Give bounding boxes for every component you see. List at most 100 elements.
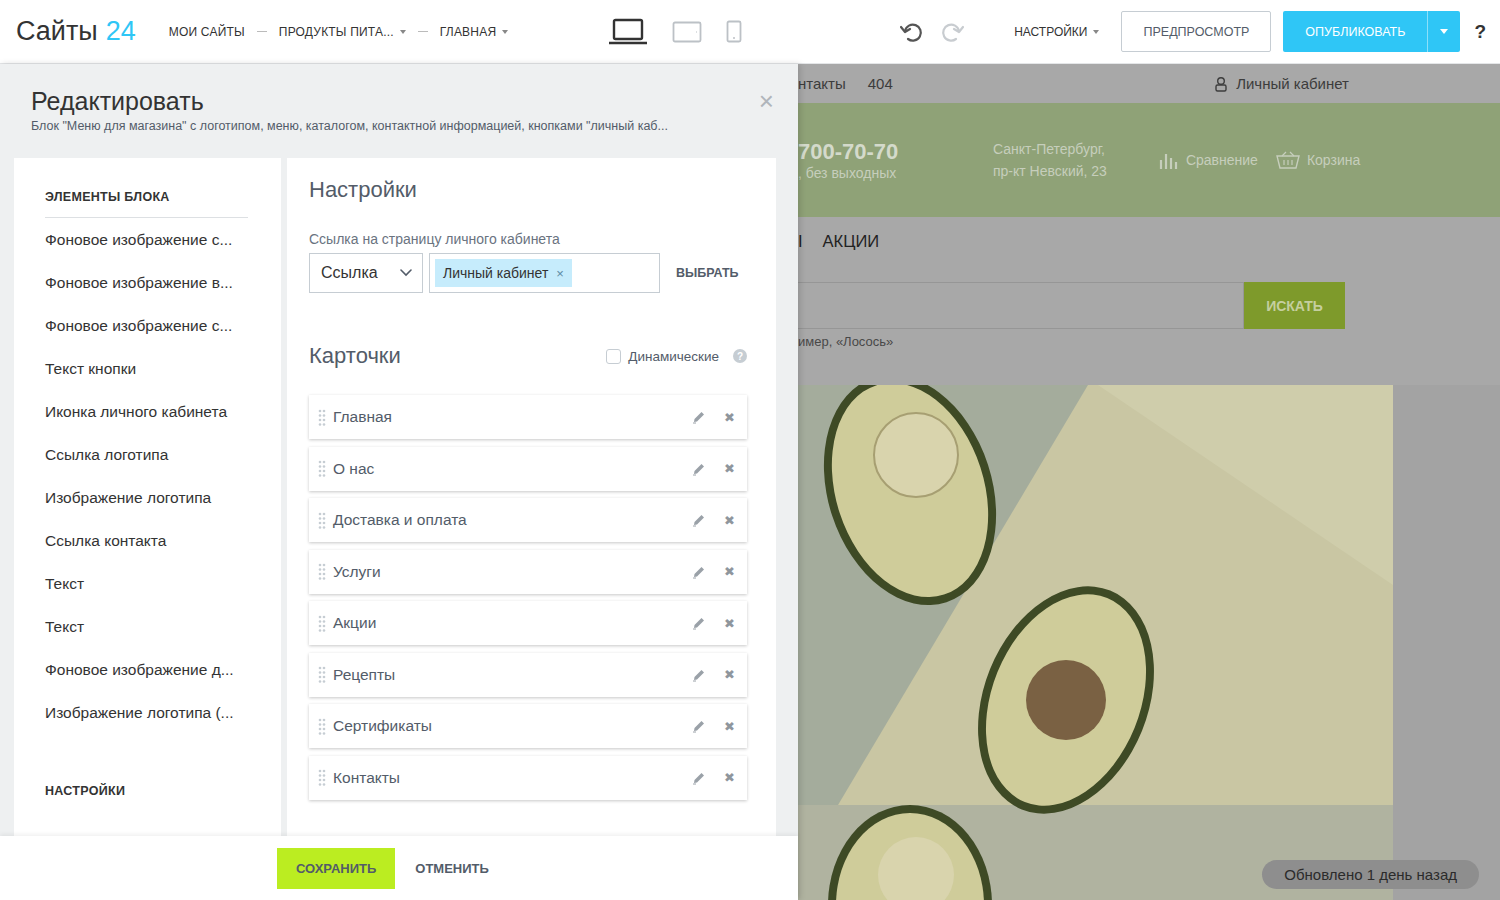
element-item[interactable]: Текст кнопки xyxy=(45,347,281,390)
help-button[interactable]: ? xyxy=(1474,21,1486,43)
breadcrumb[interactable]: ПРОДУКТЫ ПИТА... xyxy=(279,25,406,39)
site-nav-item[interactable]: I xyxy=(798,232,803,251)
pencil-icon[interactable] xyxy=(692,410,706,424)
breadcrumb-label[interactable]: ГЛАВНАЯ xyxy=(440,25,496,39)
link-type-select[interactable]: Ссылка xyxy=(309,253,423,293)
card-item[interactable]: Акции✖ xyxy=(309,601,747,645)
card-item[interactable]: О нас✖ xyxy=(309,447,747,491)
element-item[interactable]: Ссылка логотипа xyxy=(45,433,281,476)
pencil-icon[interactable] xyxy=(692,719,706,733)
card-item[interactable]: Сертификаты✖ xyxy=(309,704,747,748)
publish-label[interactable]: ОПУБЛИКОВАТЬ xyxy=(1283,11,1427,52)
site-search-input[interactable] xyxy=(798,282,1244,329)
element-label[interactable]: Иконка личного кабинета xyxy=(45,403,227,420)
drag-handle-icon[interactable] xyxy=(318,563,326,580)
card-item[interactable]: Контакты✖ xyxy=(309,756,747,800)
drag-handle-icon[interactable] xyxy=(318,512,326,529)
drag-handle-icon[interactable] xyxy=(318,718,326,735)
link-type-value[interactable]: Ссылка xyxy=(321,264,378,282)
breadcrumb[interactable]: ГЛАВНАЯ xyxy=(440,25,508,39)
save-button[interactable]: СОХРАНИТЬ xyxy=(277,848,395,889)
publish-dropdown[interactable] xyxy=(1427,11,1460,52)
pencil-icon[interactable] xyxy=(692,565,706,579)
pencil-icon[interactable] xyxy=(692,668,706,682)
element-label[interactable]: Текст кнопки xyxy=(45,360,136,377)
site-menu-link[interactable]: 404 xyxy=(868,75,893,92)
choose-button[interactable]: ВЫБРАТЬ xyxy=(676,266,739,280)
drag-handle-icon[interactable] xyxy=(318,460,326,477)
site-nav-item[interactable]: АКЦИИ xyxy=(823,232,880,251)
element-item[interactable]: Изображение логотипа xyxy=(45,476,281,519)
element-item[interactable]: Текст xyxy=(45,562,281,605)
dynamic-checkbox[interactable] xyxy=(606,349,621,364)
element-item[interactable]: Ссылка контакта xyxy=(45,519,281,562)
element-label[interactable]: Текст xyxy=(45,575,84,592)
pencil-icon[interactable] xyxy=(692,462,706,476)
device-button[interactable] xyxy=(672,21,702,43)
card-item[interactable]: Рецепты✖ xyxy=(309,653,747,697)
account-link[interactable]: Личный кабинет xyxy=(1214,75,1349,92)
drag-handle-icon[interactable] xyxy=(318,666,326,683)
card-item[interactable]: Услуги✖ xyxy=(309,550,747,594)
dynamic-toggle[interactable]: Динамические xyxy=(606,349,719,364)
settings-label[interactable]: НАСТРОЙКИ xyxy=(1014,25,1087,39)
device-button[interactable] xyxy=(608,18,648,46)
link-field[interactable]: Личный кабинет× xyxy=(429,253,660,293)
site-search-button[interactable]: ИСКАТЬ xyxy=(1244,282,1345,329)
element-label[interactable]: Фоновое изображение с... xyxy=(45,317,232,334)
remove-button[interactable]: ✖ xyxy=(724,667,735,682)
remove-button[interactable]: ✖ xyxy=(724,770,735,785)
card-item[interactable]: Главная✖ xyxy=(309,395,747,439)
cancel-button[interactable]: ОТМЕНИТЬ xyxy=(415,861,489,876)
pencil-icon[interactable] xyxy=(692,771,706,785)
element-item[interactable]: Изображение логотипа (... xyxy=(45,691,281,734)
element-label[interactable]: Текст xyxy=(45,618,84,635)
help-hint[interactable]: ? xyxy=(733,349,747,363)
remove-button[interactable]: ✖ xyxy=(724,410,735,425)
settings-menu[interactable]: НАСТРОЙКИ xyxy=(1014,25,1099,39)
tag-remove-button[interactable]: × xyxy=(556,266,564,281)
element-label[interactable]: Ссылка логотипа xyxy=(45,446,168,463)
remove-button[interactable]: ✖ xyxy=(724,513,735,528)
user-icon xyxy=(1214,76,1228,92)
card-item[interactable]: Доставка и оплата✖ xyxy=(309,498,747,542)
drag-handle-icon[interactable] xyxy=(318,409,326,426)
element-label[interactable]: Изображение логотипа (... xyxy=(45,704,234,721)
remove-button[interactable]: ✖ xyxy=(724,564,735,579)
redo-icon[interactable] xyxy=(940,21,964,43)
breadcrumb[interactable]: МОИ САЙТЫ xyxy=(169,25,245,39)
preview-button[interactable]: ПРЕДПРОСМОТР xyxy=(1121,11,1271,52)
close-button[interactable]: × xyxy=(759,88,774,114)
element-label[interactable]: Фоновое изображение д... xyxy=(45,661,234,678)
element-label[interactable]: Фоновое изображение в... xyxy=(45,274,233,291)
breadcrumb-label[interactable]: МОИ САЙТЫ xyxy=(169,25,245,39)
drag-handle-icon[interactable] xyxy=(318,615,326,632)
element-label[interactable]: Ссылка контакта xyxy=(45,532,166,549)
pencil-icon[interactable] xyxy=(692,616,706,630)
chevron-down-icon xyxy=(400,269,412,277)
drag-handle-icon[interactable] xyxy=(318,769,326,786)
pencil-icon[interactable] xyxy=(692,513,706,527)
element-item[interactable]: Иконка личного кабинета xyxy=(45,390,281,433)
element-label[interactable]: Фоновое изображение с... xyxy=(45,231,232,248)
caret-icon xyxy=(400,30,406,34)
app: Сайты24 МОИ САЙТЫ ПРОДУКТЫ ПИТА... ГЛАВНАЯ Н… xyxy=(0,0,1500,900)
device-button[interactable] xyxy=(726,20,742,43)
cart-link[interactable]: Корзина xyxy=(1276,151,1360,170)
element-label[interactable]: Изображение логотипа xyxy=(45,489,211,506)
remove-button[interactable]: ✖ xyxy=(724,616,735,631)
logo[interactable]: Сайты24 xyxy=(16,16,136,47)
remove-button[interactable]: ✖ xyxy=(724,719,735,734)
undo-icon[interactable] xyxy=(900,21,924,43)
remove-button[interactable]: ✖ xyxy=(724,461,735,476)
element-item[interactable]: Текст xyxy=(45,605,281,648)
compare-link[interactable]: Сравнение xyxy=(1159,151,1258,170)
element-item[interactable]: Фоновое изображение с... xyxy=(45,304,281,347)
breadcrumb-label[interactable]: ПРОДУКТЫ ПИТА... xyxy=(279,25,394,39)
element-item[interactable]: Фоновое изображение в... xyxy=(45,261,281,304)
element-item[interactable]: Фоновое изображение с... xyxy=(45,218,281,261)
element-item[interactable]: Фоновое изображение д... xyxy=(45,648,281,691)
settings-heading[interactable]: НАСТРОЙКИ xyxy=(45,784,281,798)
site-menu-link[interactable]: нтакты xyxy=(798,75,846,92)
publish-button[interactable]: ОПУБЛИКОВАТЬ xyxy=(1283,11,1460,52)
